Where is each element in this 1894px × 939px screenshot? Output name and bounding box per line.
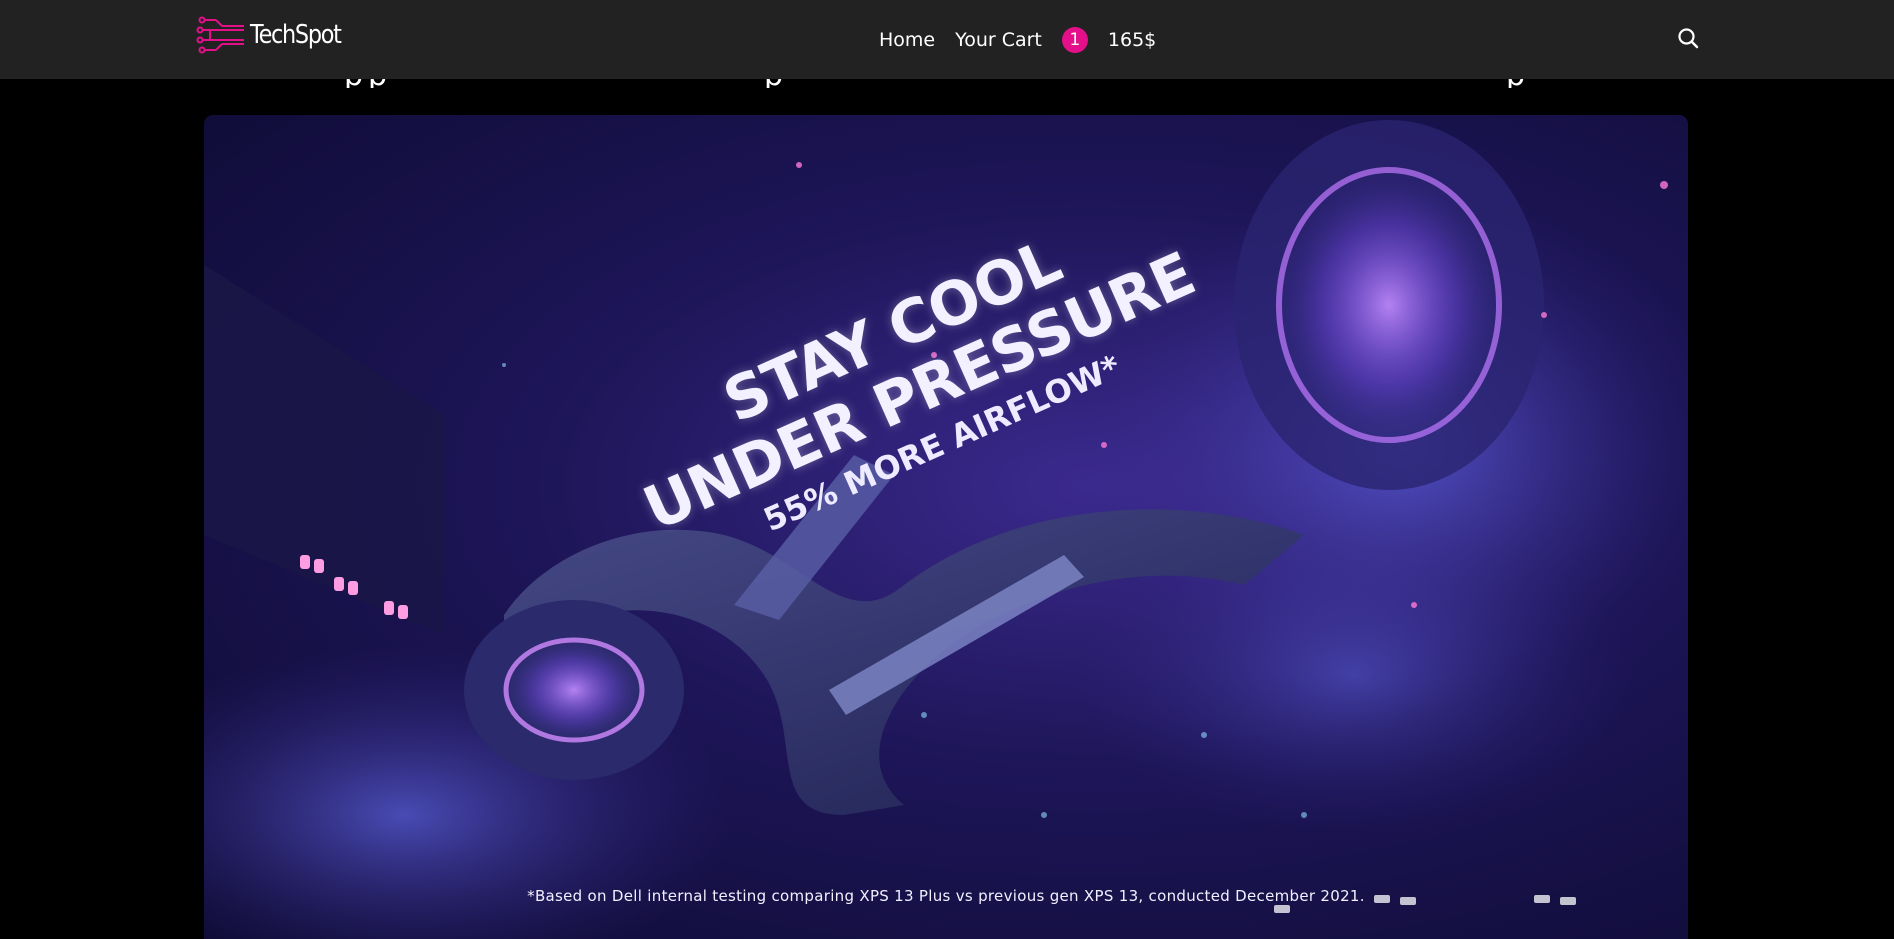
cart-count-badge[interactable]: 1	[1061, 27, 1088, 53]
logo-text: TechSpot	[250, 20, 342, 50]
circuit-logo-icon	[196, 16, 244, 54]
nav-cart-link[interactable]: Your Cart	[955, 29, 1042, 51]
search-icon	[1678, 28, 1699, 49]
hero-banner-video[interactable]: STAY COOL UNDER PRESSURE 55% MORE AIRFLO…	[204, 115, 1688, 939]
search-button[interactable]	[1677, 27, 1699, 49]
cart-total: 165$	[1107, 29, 1157, 51]
main-nav: Home Your Cart 1 165$	[879, 22, 1156, 58]
banner-disclaimer: *Based on Dell internal testing comparin…	[527, 887, 1365, 905]
nav-home-link[interactable]: Home	[879, 29, 935, 51]
banner-artwork	[204, 120, 1688, 939]
top-navbar: TechSpot Home Your Cart 1 165$	[0, 0, 1894, 79]
techspot-logo[interactable]: TechSpot	[196, 14, 355, 56]
